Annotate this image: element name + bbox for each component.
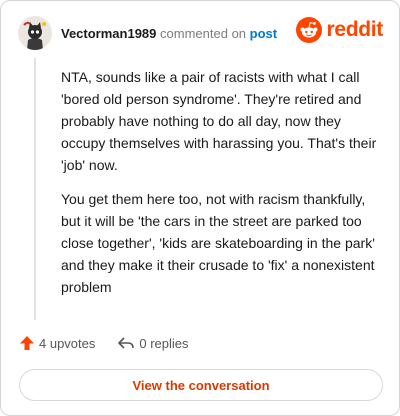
reply-button[interactable]: 0 replies	[117, 335, 189, 351]
post-link[interactable]: post	[250, 26, 277, 41]
comment-paragraph: NTA, sounds like a pair of racists with …	[61, 69, 377, 173]
upvote-button[interactable]: 4 upvotes	[19, 335, 95, 351]
upvotes-count: 4 upvotes	[39, 335, 96, 351]
avatar[interactable]	[18, 16, 52, 50]
reddit-logo[interactable]: reddit	[296, 17, 383, 43]
reddit-wordmark: reddit	[326, 18, 383, 41]
commented-on-text: commented on	[160, 26, 247, 41]
replies-count: 0 replies	[139, 335, 189, 351]
username-link[interactable]: Vectorman1989	[61, 26, 156, 41]
comment-header: Vectorman1989 commented on post	[61, 26, 277, 42]
comment-paragraph: You get them here too, not with racism t…	[61, 191, 375, 295]
comment-actions: 4 upvotes 0 replies	[19, 335, 211, 351]
reddit-snoo-icon	[296, 17, 323, 43]
view-conversation-button[interactable]: View the conversation	[19, 369, 383, 401]
reply-arrow-icon	[118, 337, 135, 349]
comment-body: NTA, sounds like a pair of racists with …	[61, 66, 381, 310]
avatar-icon	[18, 16, 52, 50]
thread-line	[34, 58, 36, 320]
comment-embed-card: Vectorman1989 commented on post reddit N…	[0, 0, 400, 416]
upvote-arrow-icon	[20, 336, 34, 350]
